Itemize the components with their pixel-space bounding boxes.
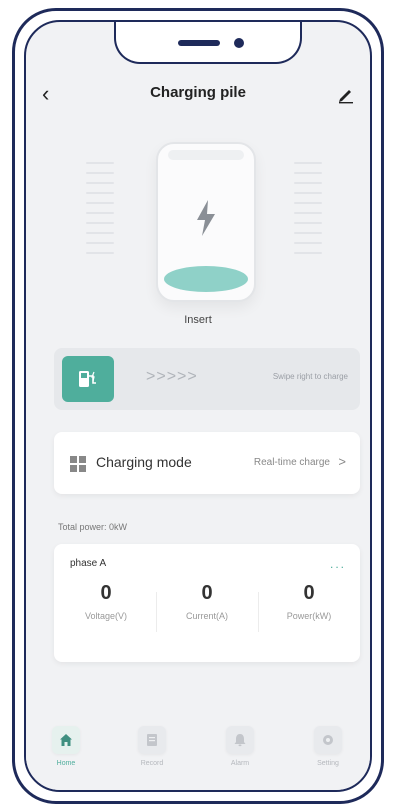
connection-status: Insert bbox=[184, 314, 212, 326]
tab-setting-label: Setting bbox=[317, 760, 339, 767]
pile-body bbox=[156, 142, 256, 302]
swipe-arrows: >>>>> bbox=[146, 368, 198, 385]
document-icon bbox=[147, 734, 157, 746]
camera bbox=[234, 38, 244, 48]
tab-alarm[interactable]: Alarm bbox=[210, 726, 270, 767]
tab-home-label: Home bbox=[56, 760, 76, 767]
home-icon bbox=[60, 734, 72, 746]
grid-icon bbox=[70, 456, 86, 472]
charging-mode-label: Charging mode bbox=[96, 454, 192, 470]
bottom-tab-bar: Home Record Alarm Setting bbox=[26, 712, 370, 790]
power-value: 0 bbox=[303, 582, 315, 604]
charging-mode-row[interactable]: Charging mode Real-time charge > bbox=[54, 432, 360, 494]
charger-plug-icon bbox=[79, 371, 96, 387]
decor-lines-right bbox=[294, 162, 322, 282]
home-tab-button[interactable] bbox=[52, 726, 80, 754]
swipe-to-charge[interactable]: >>>>> Swipe right to charge bbox=[54, 348, 360, 410]
speaker bbox=[178, 40, 220, 46]
tab-record[interactable]: Record bbox=[122, 726, 182, 767]
tab-record-label: Record bbox=[140, 760, 164, 767]
record-tab-button[interactable] bbox=[138, 726, 166, 754]
alarm-tab-button[interactable] bbox=[226, 726, 254, 754]
voltage-metric: 0 Voltage(V) bbox=[56, 582, 156, 621]
app-screen: ‹ Charging pile Insert >>>>> Swipe right… bbox=[24, 20, 372, 792]
phase-name: phase A bbox=[70, 558, 107, 569]
page-title: Charging pile bbox=[150, 84, 246, 101]
chevron-right-icon: > bbox=[338, 454, 346, 469]
phone-frame: ‹ Charging pile Insert >>>>> Swipe right… bbox=[12, 8, 384, 804]
charging-pile-illustration bbox=[86, 132, 322, 302]
current-label: Current(A) bbox=[185, 611, 228, 621]
notch bbox=[114, 22, 302, 64]
power-label: Power(kW) bbox=[286, 611, 332, 621]
charge-level-fill bbox=[164, 266, 248, 292]
gear-icon bbox=[323, 735, 333, 745]
decor-lines-left bbox=[86, 162, 114, 282]
pile-top bbox=[168, 150, 244, 160]
phase-card: phase A ... 0 Voltage(V) 0 Current(A) 0 … bbox=[54, 544, 360, 662]
tab-setting[interactable]: Setting bbox=[298, 726, 358, 767]
total-power: Total power: 0kW bbox=[58, 522, 128, 532]
swipe-handle[interactable] bbox=[62, 356, 114, 402]
lightning-bolt-icon bbox=[197, 200, 215, 236]
power-metric: 0 Power(kW) bbox=[259, 582, 359, 621]
current-metric: 0 Current(A) bbox=[157, 582, 257, 621]
tab-alarm-label: Alarm bbox=[230, 760, 250, 767]
setting-tab-button[interactable] bbox=[314, 726, 342, 754]
edit-icon[interactable] bbox=[336, 84, 356, 104]
current-value: 0 bbox=[201, 582, 213, 604]
more-icon[interactable]: ... bbox=[330, 558, 346, 570]
bell-icon bbox=[234, 734, 246, 747]
charging-mode-value: Real-time charge bbox=[253, 457, 330, 468]
voltage-value: 0 bbox=[100, 582, 112, 604]
swipe-hint: Swipe right to charge bbox=[272, 372, 348, 381]
tab-home[interactable]: Home bbox=[36, 726, 96, 767]
header: ‹ Charging pile bbox=[26, 80, 370, 110]
voltage-label: Voltage(V) bbox=[84, 611, 128, 621]
